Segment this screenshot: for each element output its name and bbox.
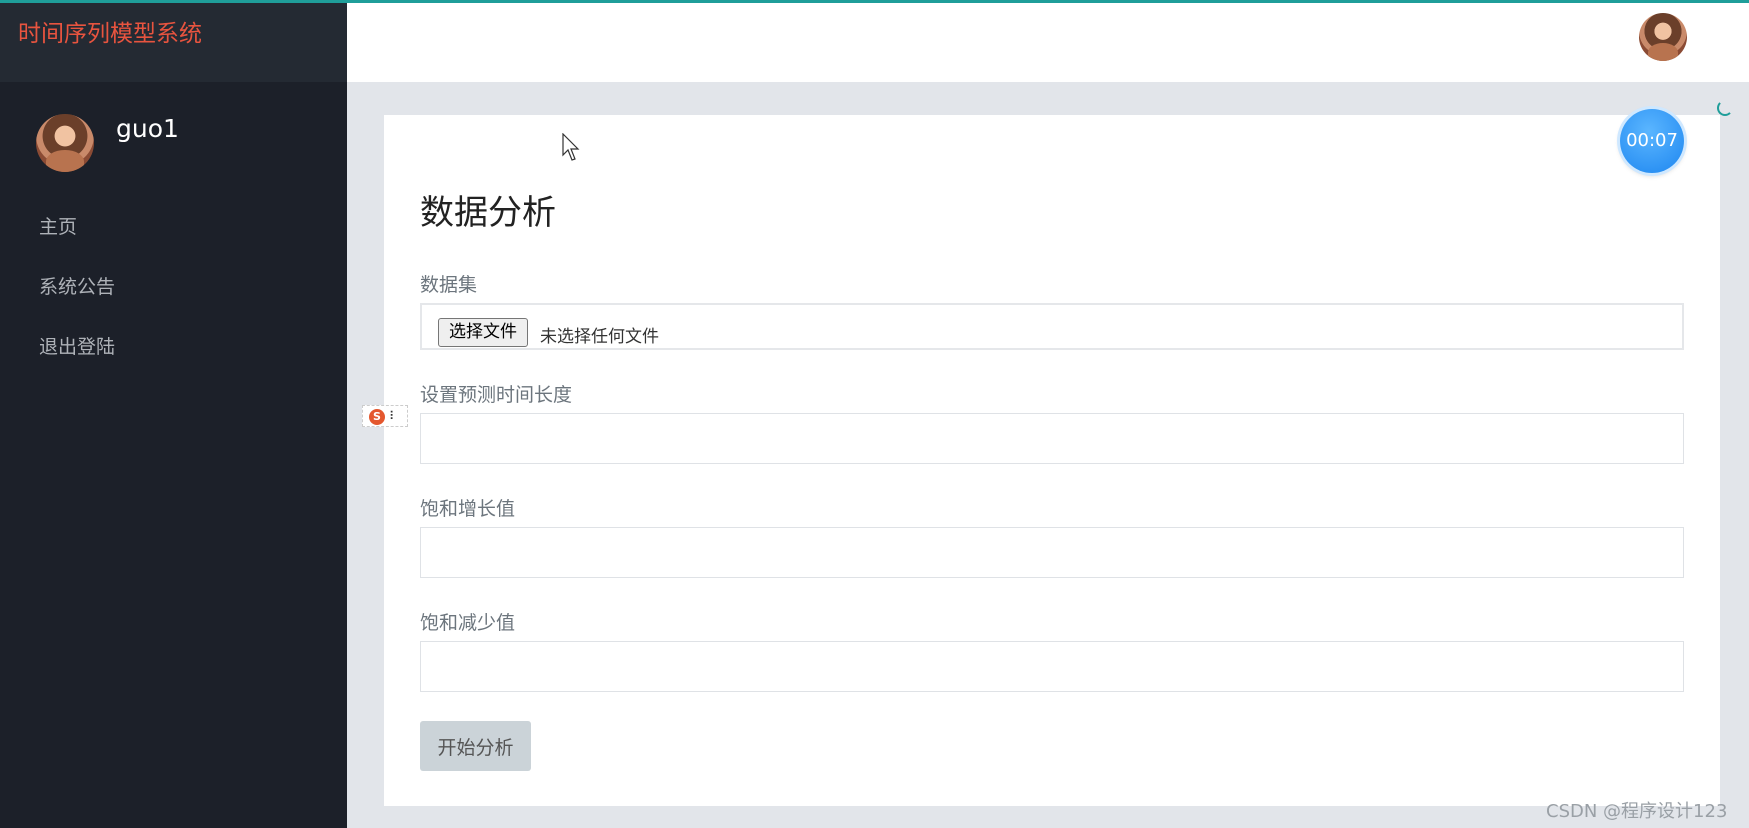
saturation-increase-input[interactable]: [420, 527, 1684, 578]
watermark-text: CSDN @程序设计123: [1546, 801, 1728, 822]
ime-logo-icon: S: [369, 409, 385, 425]
sidebar-item-home[interactable]: 主页: [39, 210, 115, 270]
header-avatar[interactable]: [1639, 13, 1687, 61]
saturation-decrease-input[interactable]: [420, 641, 1684, 692]
saturation-increase-label: 饱和增长值: [420, 498, 516, 520]
choose-file-button[interactable]: 选择文件: [438, 318, 528, 347]
brand-bar: 时间序列模型系统: [0, 0, 347, 82]
start-analysis-button[interactable]: 开始分析: [420, 721, 531, 771]
recording-timer[interactable]: 00:07: [1620, 109, 1684, 173]
ime-toolbar[interactable]: S ⠇: [362, 405, 408, 427]
top-header: [347, 0, 1749, 82]
dataset-label: 数据集: [420, 274, 478, 296]
loading-spinner-icon: [1717, 100, 1733, 116]
user-profile: guo1: [36, 114, 326, 174]
predict-length-label: 设置预测时间长度: [420, 384, 573, 406]
dataset-file-field: 选择文件 未选择任何文件: [420, 303, 1684, 350]
user-avatar: [36, 114, 94, 172]
username: guo1: [116, 114, 179, 143]
sidebar-nav: 主页 系统公告 退出登陆: [39, 210, 115, 390]
saturation-decrease-label: 饱和减少值: [420, 612, 516, 634]
file-status-text: 未选择任何文件: [540, 327, 659, 347]
app-title: 时间序列模型系统: [18, 21, 202, 47]
page-title: 数据分析: [420, 193, 556, 233]
sidebar-item-announcements[interactable]: 系统公告: [39, 270, 115, 330]
top-accent-line: [0, 0, 1749, 3]
mouse-pointer-icon: [562, 133, 580, 161]
sidebar: 时间序列模型系统 guo1 主页 系统公告 退出登陆: [0, 0, 347, 828]
ime-menu-icon[interactable]: ⠇: [389, 409, 398, 423]
predict-length-input[interactable]: [420, 413, 1684, 464]
sidebar-item-logout[interactable]: 退出登陆: [39, 330, 115, 390]
analysis-card: 数据分析 数据集 选择文件 未选择任何文件 设置预测时间长度 饱和增长值 饱和减…: [384, 115, 1720, 806]
